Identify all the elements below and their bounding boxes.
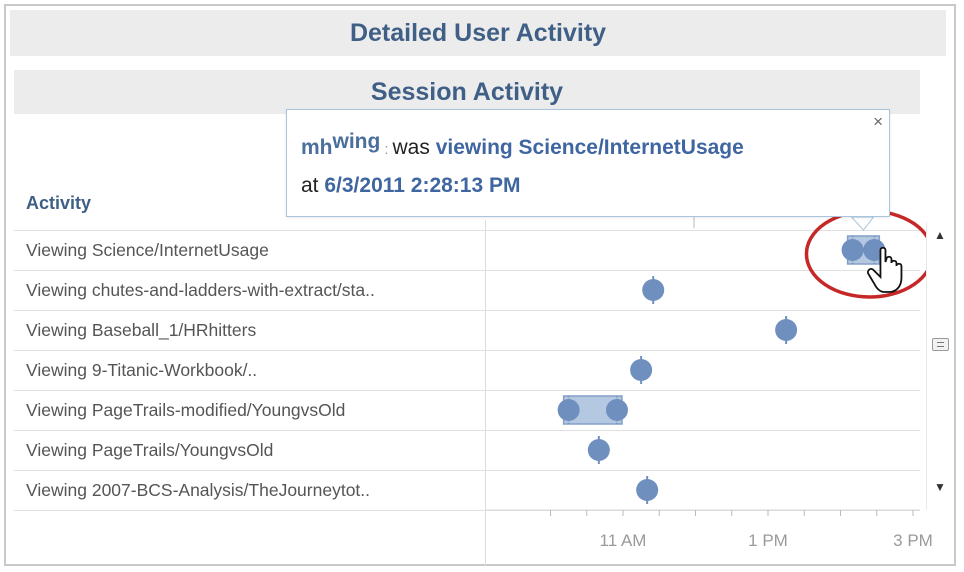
x-tick-label: 1 PM [748, 531, 788, 550]
tooltip-timestamp: 6/3/2011 2:28:13 PM [324, 174, 521, 197]
scroll-up-icon[interactable]: ▲ [927, 228, 953, 242]
vertical-scrollbar[interactable]: ▲ ▼ [926, 222, 953, 510]
tooltip-at: at [301, 174, 319, 197]
x-tick-label: 11 AM [600, 531, 647, 550]
activity-point [605, 399, 628, 421]
x-tick-label: 3 PM [893, 531, 933, 550]
tooltip-user: mhwing [301, 130, 381, 159]
activity-point [642, 279, 665, 301]
tooltip-action: viewing Science/InternetUsage [435, 136, 744, 159]
close-icon[interactable]: × [873, 112, 883, 132]
activity-tooltip: × mhwing: was viewing Science/InternetUsa… [286, 109, 890, 217]
activity-point [630, 359, 653, 381]
tooltip-line-1: mhwing: was viewing Science/InternetUsage [301, 130, 744, 160]
tooltip-line-2: at 6/3/2011 2:28:13 PM [301, 174, 521, 198]
activity-point [841, 239, 864, 261]
tooltip-was: was [392, 136, 430, 159]
activity-point [587, 439, 610, 461]
activity-point [636, 479, 659, 501]
scroll-thumb[interactable] [932, 338, 949, 351]
activity-timeline-chart: 11 AM 1 PM 3 PM [486, 209, 935, 550]
tooltip-separator: : [384, 141, 389, 158]
tooltip-pointer [850, 216, 875, 231]
activity-point [557, 399, 580, 421]
activity-point [775, 319, 798, 341]
scroll-down-icon[interactable]: ▼ [927, 480, 953, 494]
